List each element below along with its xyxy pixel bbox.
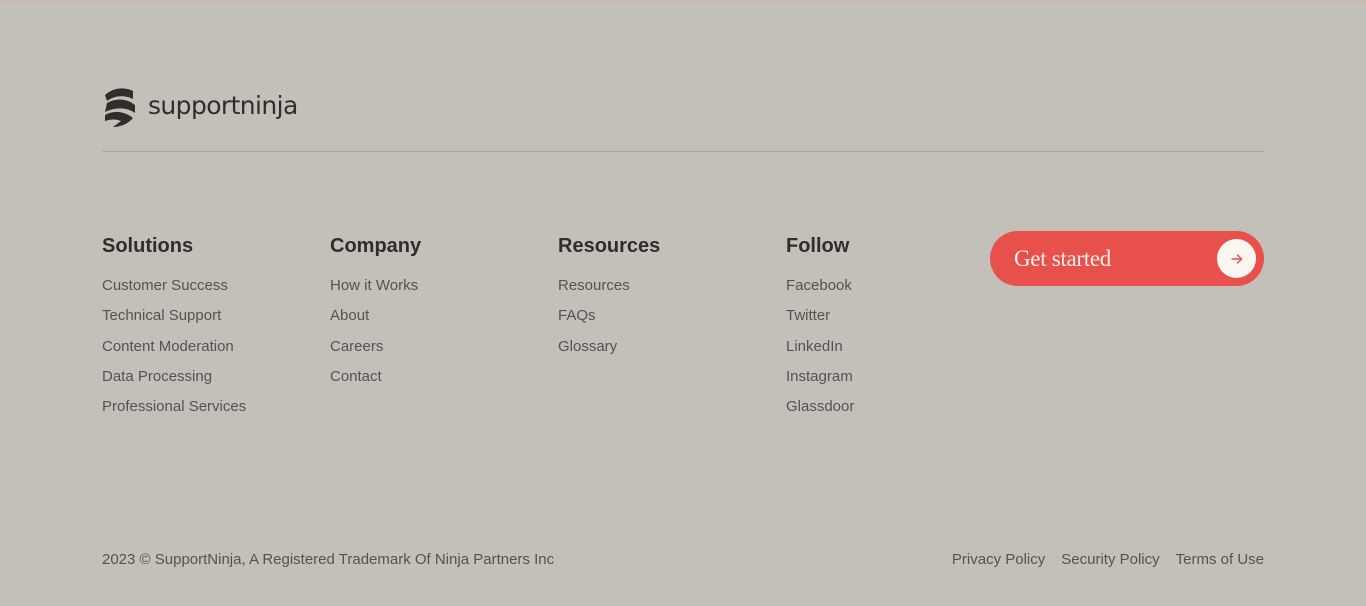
footer-column-company: Company How it Works About Careers Conta…: [330, 234, 510, 396]
copyright-text: 2023 © SupportNinja, A Registered Tradem…: [102, 551, 555, 568]
link-how-it-works[interactable]: How it Works: [330, 275, 510, 297]
link-about[interactable]: About: [330, 305, 510, 327]
link-twitter[interactable]: Twitter: [786, 305, 966, 327]
brand-name: supportninja: [148, 90, 298, 120]
link-content-moderation[interactable]: Content Moderation: [102, 336, 262, 358]
privacy-policy-link[interactable]: Privacy Policy: [952, 549, 1045, 571]
link-faqs[interactable]: FAQs: [558, 305, 738, 327]
get-started-label: Get started: [1014, 245, 1111, 271]
ninja-logo-icon: [102, 86, 138, 128]
link-data-processing[interactable]: Data Processing: [102, 366, 262, 388]
link-glassdoor[interactable]: Glassdoor: [786, 396, 966, 418]
link-technical-support[interactable]: Technical Support: [102, 305, 262, 327]
link-linkedin[interactable]: LinkedIn: [786, 336, 966, 358]
link-instagram[interactable]: Instagram: [786, 366, 966, 388]
footer-bottom-bar: 2023 © SupportNinja, A Registered Tradem…: [102, 549, 1264, 571]
brand-logo[interactable]: supportninja: [102, 86, 298, 128]
link-resources[interactable]: Resources: [558, 275, 738, 297]
footer-column-solutions: Solutions Customer Success Technical Sup…: [102, 234, 262, 426]
column-heading-solutions: Solutions: [102, 235, 194, 257]
column-heading-follow: Follow: [786, 235, 850, 257]
top-border: [0, 0, 1366, 2]
terms-of-use-link[interactable]: Terms of Use: [1176, 549, 1264, 571]
link-customer-success[interactable]: Customer Success: [102, 275, 262, 297]
legal-links: Privacy Policy Security Policy Terms of …: [952, 549, 1264, 571]
column-heading-company: Company: [330, 235, 422, 257]
footer-column-follow: Follow Facebook Twitter LinkedIn Instagr…: [786, 234, 966, 426]
link-careers[interactable]: Careers: [330, 336, 510, 358]
footer-column-resources: Resources Resources FAQs Glossary: [558, 234, 738, 366]
column-heading-resources: Resources: [558, 235, 661, 257]
link-facebook[interactable]: Facebook: [786, 275, 966, 297]
link-contact[interactable]: Contact: [330, 366, 510, 388]
security-policy-link[interactable]: Security Policy: [1061, 549, 1159, 571]
header-divider: [102, 151, 1264, 152]
get-started-button[interactable]: Get started: [990, 231, 1264, 286]
arrow-right-icon: [1217, 239, 1256, 278]
link-glossary[interactable]: Glossary: [558, 336, 738, 358]
link-professional-services[interactable]: Professional Services: [102, 396, 262, 418]
